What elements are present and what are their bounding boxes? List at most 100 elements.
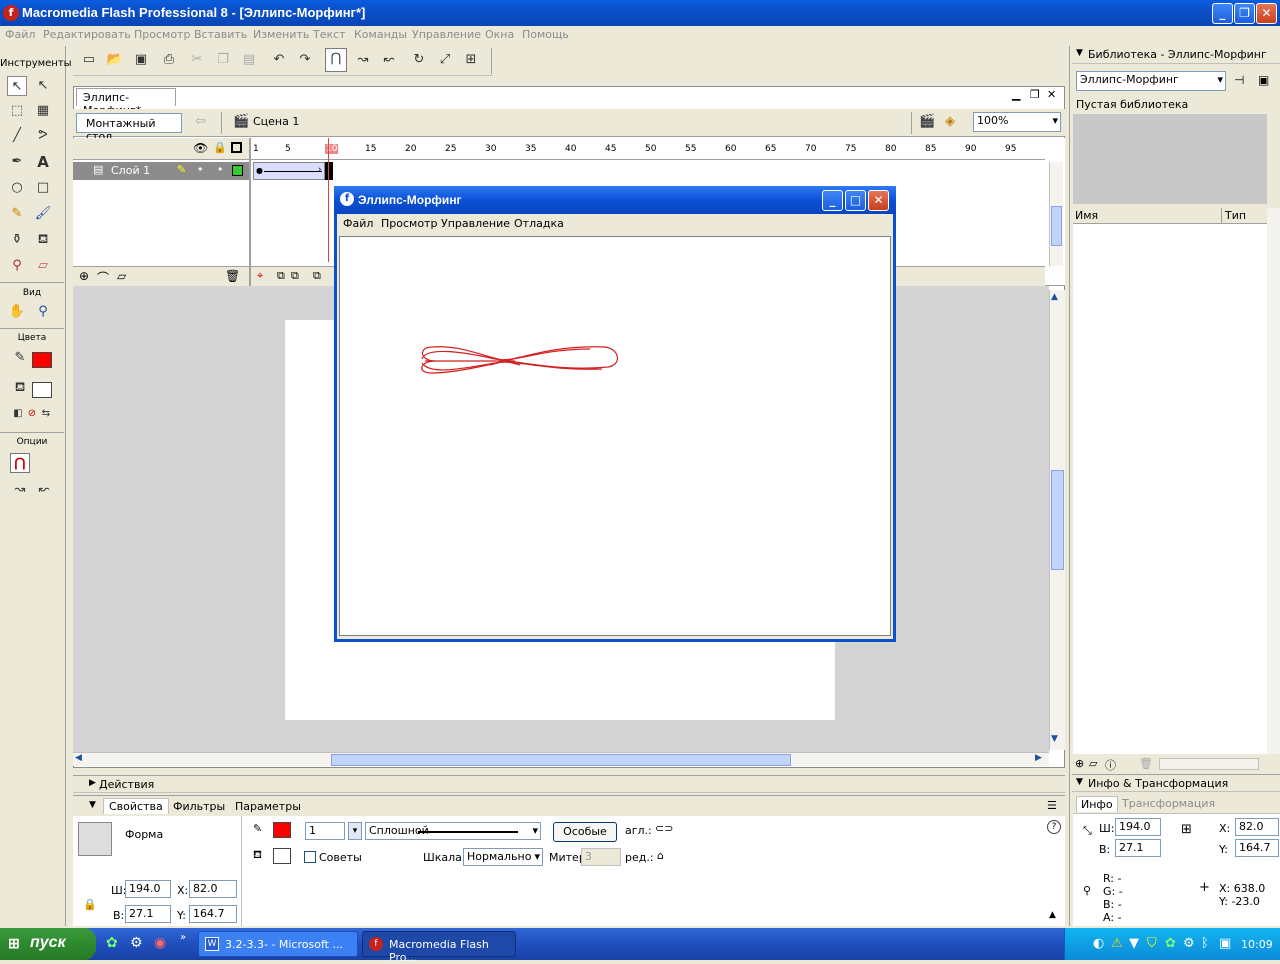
props-y-field[interactable]: 164.7 bbox=[189, 905, 237, 923]
motion-tween-span[interactable]: ● › bbox=[253, 162, 325, 180]
menu-text[interactable]: Текст bbox=[313, 28, 346, 41]
menu-help[interactable]: Помощь bbox=[522, 28, 569, 41]
zoom-tool-icon[interactable]: ⚲ bbox=[33, 302, 53, 322]
player-menu-view[interactable]: Просмотр bbox=[381, 217, 437, 230]
zoom-select[interactable]: 100% ▾ bbox=[973, 112, 1061, 132]
snap-magnet-icon[interactable]: ⋂ bbox=[325, 48, 347, 72]
timeline-vscroll[interactable] bbox=[1049, 162, 1063, 266]
menu-commands[interactable]: Команды bbox=[354, 28, 407, 41]
center-frame-icon[interactable]: ⌖ bbox=[257, 269, 263, 283]
stroke-size-field[interactable]: 1 bbox=[305, 822, 345, 840]
player-minimize-button[interactable]: _ bbox=[822, 190, 843, 211]
brush-tool-icon[interactable]: 🖌 bbox=[33, 204, 53, 224]
eye-icon[interactable]: 👁 bbox=[193, 141, 208, 155]
frame-ruler[interactable]: 1 5 10 15 20 25 30 35 40 45 50 55 60 65 … bbox=[251, 138, 1045, 160]
minimize-button[interactable]: _ bbox=[1212, 3, 1233, 24]
onion-skin-icon[interactable]: ⧉ bbox=[277, 269, 285, 283]
column-type[interactable]: Тип bbox=[1225, 209, 1246, 222]
tab-parameters[interactable]: Параметры bbox=[235, 800, 301, 813]
info-h-field[interactable]: 27.1 bbox=[1115, 839, 1161, 857]
print-icon[interactable]: ⎙ bbox=[159, 50, 179, 70]
rectangle-tool-icon[interactable]: □ bbox=[33, 178, 53, 198]
info-y-field[interactable]: 164.7 bbox=[1235, 839, 1279, 857]
quicklaunch-icon[interactable]: ✿ bbox=[106, 935, 118, 951]
panel-menu-icon[interactable]: ☰ bbox=[1047, 799, 1057, 812]
lock-icon[interactable]: 🔒 bbox=[213, 141, 227, 154]
stage-vscroll-thumb[interactable] bbox=[1051, 470, 1064, 570]
lock-aspect-icon[interactable]: 🔒 bbox=[83, 898, 97, 911]
registration-grid-icon[interactable]: ⊞ bbox=[1181, 822, 1192, 837]
eyedropper-icon[interactable]: ⚲ bbox=[7, 256, 27, 276]
new-symbol-icon[interactable]: ⊕ bbox=[1075, 757, 1084, 770]
menu-control[interactable]: Управление bbox=[412, 28, 481, 41]
menu-file[interactable]: Файл bbox=[5, 28, 35, 41]
task-word[interactable]: W 3.2-3.3- - Microsoft ... bbox=[198, 931, 358, 957]
quicklaunch-more-icon[interactable]: » bbox=[180, 932, 186, 943]
join-icon[interactable]: ⌂ bbox=[657, 849, 664, 862]
open-folder-icon[interactable]: 📂 bbox=[105, 50, 125, 70]
scroll-down-icon[interactable]: ▼ bbox=[1051, 734, 1058, 744]
props-x-field[interactable]: 82.0 bbox=[189, 880, 237, 898]
align-icon[interactable]: ⊞ bbox=[461, 50, 481, 70]
tray-icon[interactable]: ⚠ bbox=[1111, 936, 1123, 951]
add-guide-icon[interactable]: ⌒ bbox=[97, 269, 109, 286]
pencil-tool-icon[interactable]: ✎ bbox=[7, 204, 27, 224]
snap-magnet-option-icon[interactable]: ⋂ bbox=[10, 453, 30, 473]
collapse-up-icon[interactable]: ▲ bbox=[1049, 910, 1056, 920]
info-x-field[interactable]: 82.0 bbox=[1235, 818, 1279, 836]
column-name[interactable]: Имя bbox=[1075, 209, 1098, 222]
tab-filters[interactable]: Фильтры bbox=[173, 800, 225, 813]
tray-icon[interactable]: ⛉ bbox=[1147, 936, 1157, 951]
timeline-toggle-button[interactable]: Монтажный стол bbox=[76, 113, 182, 143]
pen-tool-icon[interactable]: ✒ bbox=[7, 152, 27, 172]
custom-stroke-button[interactable]: Особые bbox=[553, 822, 617, 842]
props-w-field[interactable]: 194.0 bbox=[125, 880, 171, 898]
smooth-icon[interactable]: ↝ bbox=[353, 50, 373, 70]
tab-transform[interactable]: Трансформация bbox=[1122, 797, 1215, 810]
library-list[interactable] bbox=[1073, 224, 1267, 754]
smooth-option-icon[interactable]: ↝ bbox=[10, 480, 30, 500]
cap-icon[interactable]: ⊂⊃ bbox=[655, 822, 673, 835]
scroll-up-icon[interactable]: ▲ bbox=[1051, 292, 1058, 302]
info-header[interactable]: ▼ Инфо & Трансформация bbox=[1072, 774, 1280, 792]
tab-info[interactable]: Инфо bbox=[1076, 796, 1118, 812]
rotate-icon[interactable]: ↻ bbox=[409, 50, 429, 70]
fill-color-swatch[interactable] bbox=[273, 848, 291, 864]
stage-hscroll-thumb[interactable] bbox=[331, 754, 791, 766]
cut-icon[interactable]: ✂ bbox=[187, 50, 207, 70]
close-button[interactable]: ✕ bbox=[1256, 3, 1277, 24]
scroll-right-icon[interactable]: ▶ bbox=[1035, 753, 1042, 763]
edit-multiple-icon[interactable]: ⧉ bbox=[313, 269, 321, 283]
scene-label[interactable]: Сцена 1 bbox=[253, 115, 299, 128]
player-maximize-button[interactable]: □ bbox=[845, 190, 866, 211]
add-folder-icon[interactable]: ▱ bbox=[117, 269, 126, 283]
swap-colors-icon[interactable]: ⇆ bbox=[36, 404, 56, 424]
layer-color-box[interactable] bbox=[232, 165, 243, 176]
player-close-button[interactable]: ✕ bbox=[868, 190, 889, 211]
task-flash[interactable]: f Macromedia Flash Pro... bbox=[362, 931, 516, 964]
menu-view[interactable]: Просмотр bbox=[134, 28, 190, 41]
add-layer-icon[interactable]: ⊕ bbox=[79, 269, 89, 283]
tray-icon[interactable]: ◐ bbox=[1093, 936, 1104, 951]
scroll-left-icon[interactable]: ◀ bbox=[75, 753, 82, 763]
player-menu-file[interactable]: Файл bbox=[343, 217, 373, 230]
stroke-color-swatch[interactable] bbox=[32, 352, 52, 368]
menu-window[interactable]: Окна bbox=[485, 28, 514, 41]
stroke-style-select[interactable]: Сплошной ▾ bbox=[365, 822, 541, 840]
player-menu-debug[interactable]: Отладка bbox=[514, 217, 564, 230]
edit-symbol-icon[interactable]: ◈ bbox=[945, 114, 955, 129]
library-vscroll[interactable] bbox=[1267, 208, 1280, 754]
library-header[interactable]: ▼ Библиотека - Эллипс-Морфинг bbox=[1072, 46, 1280, 64]
straighten-option-icon[interactable]: ↜ bbox=[34, 480, 54, 500]
menu-insert[interactable]: Вставить bbox=[194, 28, 247, 41]
bluetooth-icon[interactable]: ᛒ bbox=[1201, 936, 1209, 951]
hints-checkbox[interactable] bbox=[304, 851, 316, 863]
help-icon[interactable]: ? bbox=[1047, 820, 1061, 834]
menu-edit[interactable]: Редактировать bbox=[43, 28, 131, 41]
text-tool-icon[interactable]: A bbox=[33, 152, 53, 172]
eraser-icon[interactable]: ▱ bbox=[33, 256, 53, 276]
props-h-field[interactable]: 27.1 bbox=[125, 905, 171, 923]
layer-visible-dot[interactable]: • bbox=[197, 163, 204, 176]
document-tab[interactable]: Эллипс-Морфинг* bbox=[76, 88, 176, 117]
save-icon[interactable]: ▣ bbox=[131, 50, 151, 70]
